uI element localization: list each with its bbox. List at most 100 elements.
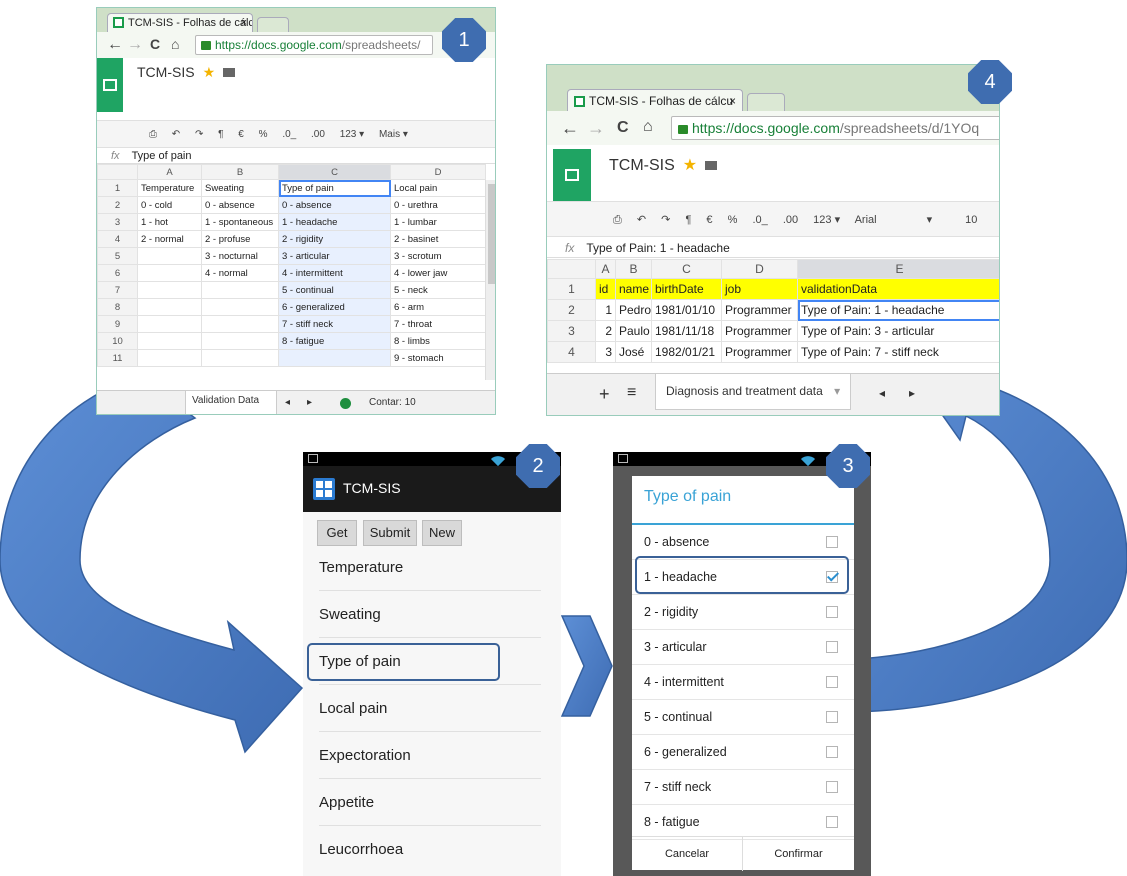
- sheets-logo-icon[interactable]: [97, 58, 123, 112]
- checkbox[interactable]: [826, 781, 838, 793]
- row-number[interactable]: 2: [97, 196, 138, 214]
- folder-icon[interactable]: [223, 68, 236, 77]
- checkbox[interactable]: [826, 746, 838, 758]
- cell[interactable]: [137, 332, 202, 350]
- option-item[interactable]: 7 - stiff neck: [632, 770, 854, 805]
- list-item-leucorrhoea[interactable]: Leucorrhoea: [319, 826, 541, 873]
- corner-cell[interactable]: [97, 164, 138, 180]
- scroll-left-icon[interactable]: ◂: [879, 386, 885, 400]
- cell[interactable]: Type of Pain: 7 - stiff neck: [797, 341, 999, 363]
- cell[interactable]: 8 - limbs: [390, 332, 486, 350]
- home-icon[interactable]: ⌂: [171, 36, 179, 52]
- currency-button[interactable]: €: [706, 214, 712, 226]
- cell[interactable]: 1 - spontaneous: [201, 213, 279, 231]
- row-number[interactable]: 3: [97, 213, 138, 231]
- cell-selected[interactable]: Type of Pain: 1 - headache: [797, 299, 999, 321]
- forward-arrow-icon[interactable]: →: [127, 36, 143, 54]
- confirm-button[interactable]: Confirmar: [743, 837, 854, 871]
- cell[interactable]: 2 - basinet: [390, 230, 486, 248]
- undo-icon[interactable]: ↶: [172, 129, 180, 140]
- column-header[interactable]: C: [651, 259, 722, 279]
- app-icon[interactable]: [313, 478, 335, 500]
- cell[interactable]: id: [595, 278, 616, 300]
- cell[interactable]: [201, 281, 279, 299]
- font-size-dropdown[interactable]: 10: [965, 214, 977, 226]
- option-item[interactable]: 6 - generalized: [632, 735, 854, 770]
- reload-icon[interactable]: C: [150, 36, 160, 52]
- submit-button[interactable]: Submit: [363, 520, 417, 546]
- row-number[interactable]: 10: [97, 332, 138, 350]
- currency-button[interactable]: €: [238, 129, 244, 140]
- get-button[interactable]: Get: [317, 520, 357, 546]
- cell[interactable]: 3: [595, 341, 616, 363]
- cell[interactable]: 1981/01/10: [651, 299, 722, 321]
- vertical-scrollbar[interactable]: [485, 180, 495, 380]
- browser-tab[interactable]: TCM-SIS - Folhas de cálcu ×: [567, 89, 743, 111]
- cell[interactable]: [201, 332, 279, 350]
- list-item-appetite[interactable]: Appetite: [319, 779, 541, 826]
- option-item[interactable]: 8 - fatigue: [632, 805, 854, 840]
- undo-icon[interactable]: ↶: [637, 214, 646, 226]
- column-header[interactable]: A: [595, 259, 616, 279]
- sheet-tab-validation-data[interactable]: Validation Data: [185, 391, 277, 414]
- back-arrow-icon[interactable]: ←: [561, 118, 579, 139]
- cell[interactable]: [137, 315, 202, 333]
- cell[interactable]: 4 - normal: [201, 264, 279, 282]
- column-header[interactable]: D: [390, 164, 486, 180]
- cell[interactable]: 0 - absence: [278, 196, 391, 214]
- percent-button[interactable]: %: [728, 214, 738, 226]
- cell[interactable]: 0 - cold: [137, 196, 202, 214]
- decrease-decimal-button[interactable]: .0_: [752, 214, 767, 226]
- checkbox[interactable]: [826, 676, 838, 688]
- cell[interactable]: 3 - articular: [278, 247, 391, 265]
- cell[interactable]: Temperature: [137, 179, 202, 197]
- increase-decimal-button[interactable]: .00: [311, 129, 325, 140]
- new-tab-button[interactable]: [257, 17, 289, 32]
- option-item[interactable]: 2 - rigidity: [632, 595, 854, 630]
- column-header[interactable]: E: [797, 259, 999, 279]
- column-header[interactable]: B: [201, 164, 279, 180]
- sheets-logo-icon[interactable]: [553, 149, 591, 201]
- cell[interactable]: 6 - arm: [390, 298, 486, 316]
- cell[interactable]: 3 - nocturnal: [201, 247, 279, 265]
- number-format-dropdown[interactable]: 123 ▾: [340, 129, 364, 140]
- cell[interactable]: birthDate: [651, 278, 722, 300]
- number-format-dropdown[interactable]: 123 ▾: [813, 214, 840, 226]
- sheet-tab-diagnosis[interactable]: Diagnosis and treatment data ▾: [655, 374, 851, 410]
- row-number[interactable]: 6: [97, 264, 138, 282]
- cancel-button[interactable]: Cancelar: [632, 837, 743, 871]
- row-number[interactable]: 1: [547, 278, 596, 300]
- list-item-local-pain[interactable]: Local pain: [319, 685, 541, 732]
- scroll-right-icon[interactable]: ▸: [307, 397, 312, 408]
- cell[interactable]: [137, 264, 202, 282]
- row-number[interactable]: 9: [97, 315, 138, 333]
- row-number[interactable]: 4: [547, 341, 596, 363]
- forward-arrow-icon[interactable]: →: [587, 118, 605, 139]
- checkbox[interactable]: [826, 711, 838, 723]
- cell[interactable]: 0 - absence: [201, 196, 279, 214]
- cell[interactable]: 7 - throat: [390, 315, 486, 333]
- cell[interactable]: [201, 349, 279, 367]
- cell[interactable]: 2: [595, 320, 616, 342]
- cell[interactable]: Sweating: [201, 179, 279, 197]
- list-item-sweating[interactable]: Sweating: [319, 591, 541, 638]
- option-item[interactable]: 0 - absence: [632, 525, 854, 560]
- column-header[interactable]: A: [137, 164, 202, 180]
- cell[interactable]: name: [615, 278, 652, 300]
- cell[interactable]: 0 - urethra: [390, 196, 486, 214]
- column-header[interactable]: B: [615, 259, 652, 279]
- column-header[interactable]: C: [278, 164, 391, 180]
- row-number[interactable]: 8: [97, 298, 138, 316]
- percent-button[interactable]: %: [259, 129, 268, 140]
- cell[interactable]: [137, 281, 202, 299]
- row-number[interactable]: 2: [547, 299, 596, 321]
- redo-icon[interactable]: ↷: [195, 129, 203, 140]
- scrollbar-thumb[interactable]: [488, 184, 495, 284]
- reload-icon[interactable]: C: [617, 119, 629, 137]
- cell[interactable]: Type of Pain: 3 - articular: [797, 320, 999, 342]
- tab-close-icon[interactable]: ×: [729, 94, 736, 108]
- row-number[interactable]: 4: [97, 230, 138, 248]
- decrease-decimal-button[interactable]: .0_: [282, 129, 296, 140]
- cell[interactable]: 5 - continual: [278, 281, 391, 299]
- tab-close-icon[interactable]: ×: [241, 17, 247, 29]
